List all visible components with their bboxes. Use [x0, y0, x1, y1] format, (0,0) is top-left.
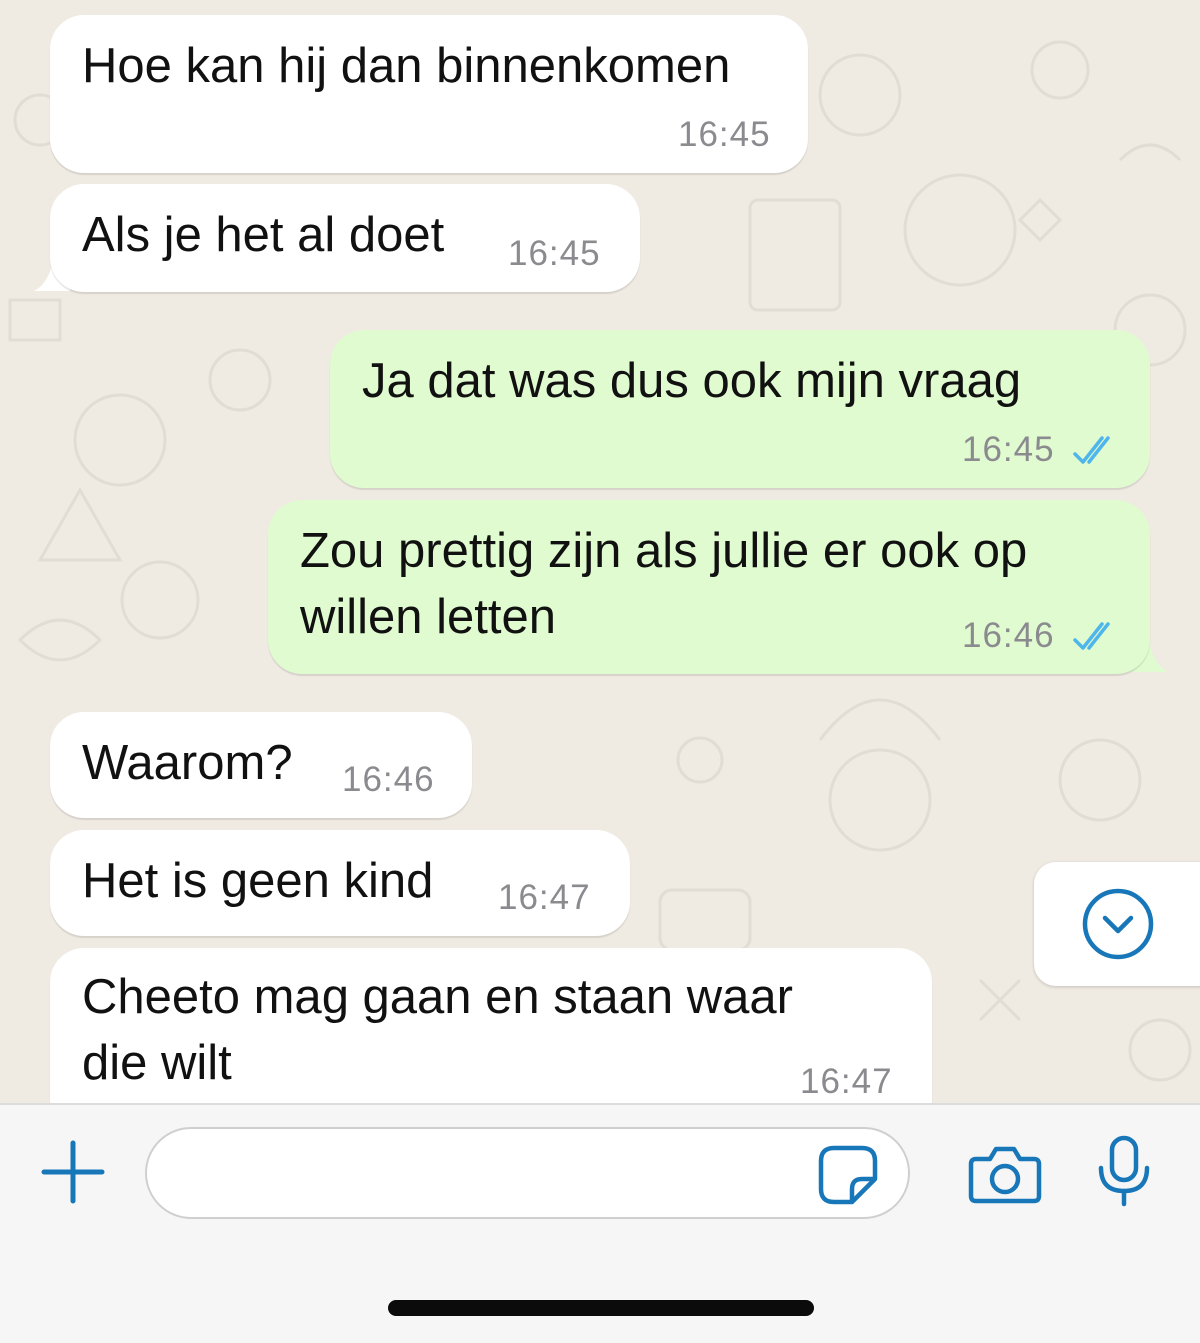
chevron-down-circle-icon: [1082, 888, 1154, 960]
scroll-to-bottom-button[interactable]: [1034, 862, 1200, 986]
double-check-icon: [1073, 436, 1110, 464]
message-text: willen letten: [300, 590, 557, 644]
message-text: Ja dat was dus ook mijn vraag: [362, 354, 1022, 408]
home-indicator[interactable]: [388, 1300, 814, 1316]
sticker-icon[interactable]: [818, 1145, 878, 1205]
message-timestamp: 16:46: [962, 616, 1055, 655]
message-bubble-incoming[interactable]: Als je het al doet 16:45: [50, 184, 640, 292]
message-text: die wilt: [82, 1036, 232, 1090]
double-check-icon: [1073, 622, 1110, 650]
message-text: Als je het al doet: [82, 208, 445, 262]
message-bubble-outgoing[interactable]: Zou prettig zijn als jullie er ook op wi…: [268, 500, 1150, 674]
microphone-icon[interactable]: [1096, 1135, 1152, 1207]
message-text: Waarom?: [82, 736, 293, 790]
message-input[interactable]: [145, 1127, 910, 1219]
message-timestamp: 16:47: [800, 1062, 893, 1101]
message-text: Hoe kan hij dan binnenkomen: [82, 39, 731, 93]
message-bubble-outgoing[interactable]: Ja dat was dus ook mijn vraag 16:45: [330, 330, 1150, 488]
message-timestamp: 16:47: [498, 878, 591, 917]
message-text: Het is geen kind: [82, 854, 434, 908]
message-bubble-incoming[interactable]: Waarom? 16:46: [50, 712, 472, 818]
camera-icon[interactable]: [968, 1145, 1042, 1205]
message-text: Zou prettig zijn als jullie er ook op: [300, 524, 1028, 578]
message-timestamp: 16:45: [508, 234, 601, 273]
message-bubble-incoming[interactable]: Hoe kan hij dan binnenkomen 16:45: [50, 15, 808, 173]
message-bubble-incoming[interactable]: Cheeto mag gaan en staan waar die wilt 1…: [50, 948, 932, 1103]
plus-icon[interactable]: [40, 1139, 106, 1205]
chat-area[interactable]: Hoe kan hij dan binnenkomen 16:45 Als je…: [0, 0, 1200, 1103]
message-timestamp: 16:45: [962, 430, 1055, 469]
message-text: Cheeto mag gaan en staan waar: [82, 970, 793, 1024]
message-bubble-incoming[interactable]: Het is geen kind 16:47: [50, 830, 630, 936]
message-timestamp: 16:45: [678, 115, 771, 154]
message-timestamp: 16:46: [342, 760, 435, 799]
